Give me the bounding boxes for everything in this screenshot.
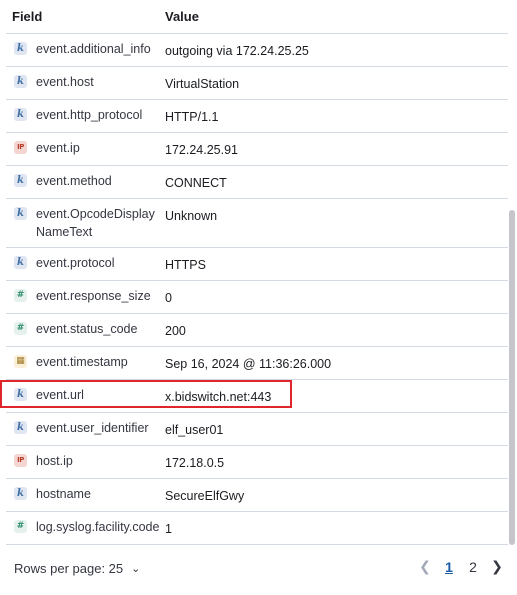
table-row[interactable]: k hostname SecureElfGwy: [6, 479, 508, 512]
field-value: HTTPS: [165, 258, 206, 272]
column-header-value[interactable]: Value: [165, 9, 199, 24]
field-cell: k event.host: [6, 67, 165, 99]
keyword-type-icon: k: [14, 108, 27, 121]
field-name: event.status_code: [36, 322, 138, 336]
field-cell: k event.method: [6, 166, 165, 198]
table-row[interactable]: k event.OpcodeDisplayNameText Unknown: [6, 199, 508, 248]
field-name: event.additional_info: [36, 42, 151, 56]
field-value: CONNECT: [165, 176, 227, 190]
keyword-type-icon: k: [14, 75, 27, 88]
keyword-type-icon: k: [14, 388, 27, 401]
ip-type-icon: IP: [14, 454, 27, 467]
field-name: event.timestamp: [36, 355, 128, 369]
pagination: ❮ 1 2 ❯: [413, 558, 509, 575]
table-footer: Rows per page: 25 ⌄ ❮ 1 2 ❯: [0, 548, 517, 588]
table-row[interactable]: k event.method CONNECT: [6, 166, 508, 199]
page-2-link[interactable]: 2: [461, 559, 485, 575]
field-name: event.response_size: [36, 289, 151, 303]
rows-per-page-label: Rows per page: 25: [14, 561, 124, 576]
keyword-type-icon: k: [14, 487, 27, 500]
keyword-type-icon: k: [14, 256, 27, 269]
keyword-type-icon: k: [14, 421, 27, 434]
number-type-icon: #: [14, 520, 27, 533]
field-value: 200: [165, 324, 186, 338]
ip-type-icon: IP: [14, 141, 27, 154]
previous-page-icon[interactable]: ❮: [413, 558, 437, 575]
field-cell: k event.OpcodeDisplayNameText: [6, 199, 165, 247]
field-name: event.method: [36, 174, 112, 188]
keyword-type-icon: k: [14, 42, 27, 55]
field-name: event.OpcodeDisplayNameText: [36, 207, 155, 239]
field-cell: k event.url: [6, 380, 165, 412]
table-body: k event.additional_info outgoing via 172.2…: [0, 34, 508, 545]
field-value: 172.24.25.91: [165, 143, 238, 157]
field-value: 172.18.0.5: [165, 456, 225, 470]
table-row[interactable]: k event.user_identifier elf_user01: [6, 413, 508, 446]
field-cell: # event.response_size: [6, 281, 165, 313]
field-name: event.ip: [36, 141, 80, 155]
table-row[interactable]: # event.status_code 200: [6, 314, 508, 347]
field-cell: IP event.ip: [6, 133, 165, 165]
field-cell: k event.additional_info: [6, 34, 165, 66]
field-cell: # event.status_code: [6, 314, 165, 346]
scrollbar-thumb[interactable]: [509, 210, 515, 545]
field-name: event.protocol: [36, 256, 115, 270]
table-row[interactable]: # log.syslog.facility.code 1: [6, 512, 508, 545]
field-value: VirtualStation: [165, 77, 240, 91]
number-type-icon: #: [14, 289, 27, 302]
field-value: Unknown: [165, 209, 218, 223]
page-1-link[interactable]: 1: [437, 559, 461, 575]
field-name: event.user_identifier: [36, 421, 149, 435]
field-cell: k event.http_protocol: [6, 100, 165, 132]
field-value: elf_user01: [165, 423, 224, 437]
table-row[interactable]: k event.http_protocol HTTP/1.1: [6, 100, 508, 133]
field-name: log.syslog.facility.code: [36, 520, 160, 534]
table-header: Field Value: [6, 0, 508, 34]
field-value: outgoing via 172.24.25.25: [165, 44, 309, 58]
field-value: x.bidswitch.net:443: [165, 390, 272, 404]
field-cell: k event.user_identifier: [6, 413, 165, 445]
table-row[interactable]: # event.response_size 0: [6, 281, 508, 314]
field-cell: k event.protocol: [6, 248, 165, 280]
field-value: SecureElfGwy: [165, 489, 245, 503]
table-row[interactable]: k event.additional_info outgoing via 172.2…: [6, 34, 508, 67]
field-cell: k hostname: [6, 479, 165, 511]
chevron-down-icon: ⌄: [131, 563, 141, 575]
table-row[interactable]: IP host.ip 172.18.0.5: [6, 446, 508, 479]
field-value: HTTP/1.1: [165, 110, 219, 124]
field-name: event.host: [36, 75, 94, 89]
field-value: 1: [165, 522, 172, 536]
field-value: Sep 16, 2024 @ 11:36:26.000: [165, 357, 332, 371]
field-name: event.http_protocol: [36, 108, 143, 122]
column-header-field[interactable]: Field: [6, 9, 165, 24]
field-value: 0: [165, 291, 172, 305]
field-name: event.url: [36, 388, 84, 402]
date-type-icon: ▦: [14, 355, 27, 368]
fields-table: Field Value k event.additional_info outgoi…: [0, 0, 508, 545]
keyword-type-icon: k: [14, 207, 27, 220]
table-row[interactable]: k event.protocol HTTPS: [6, 248, 508, 281]
table-row[interactable]: ▦ event.timestamp Sep 16, 2024 @ 11:36:26.…: [6, 347, 508, 380]
table-row[interactable]: k event.host VirtualStation: [6, 67, 508, 100]
field-cell: # log.syslog.facility.code: [6, 512, 165, 544]
field-name: host.ip: [36, 454, 73, 468]
next-page-icon[interactable]: ❯: [485, 558, 509, 575]
number-type-icon: #: [14, 322, 27, 335]
field-cell: ▦ event.timestamp: [6, 347, 165, 379]
field-name: hostname: [36, 487, 91, 501]
keyword-type-icon: k: [14, 174, 27, 187]
field-cell: IP host.ip: [6, 446, 165, 478]
document-fields-panel: Field Value k event.additional_info outgoi…: [0, 0, 517, 595]
table-row[interactable]: IP event.ip 172.24.25.91: [6, 133, 508, 166]
rows-per-page-selector[interactable]: Rows per page: 25 ⌄: [14, 561, 140, 576]
table-row[interactable]: k event.url x.bidswitch.net:443: [0, 380, 508, 413]
